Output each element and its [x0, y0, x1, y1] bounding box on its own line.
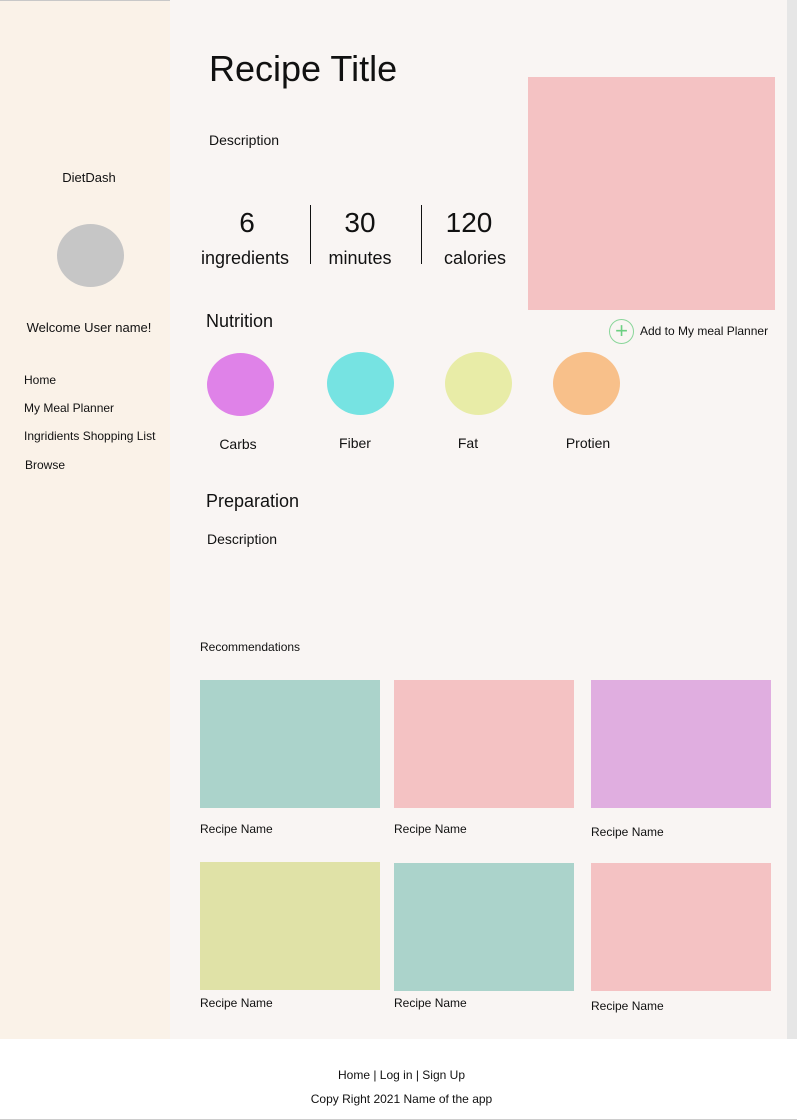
recipe-image	[528, 77, 775, 310]
nav-item-browse[interactable]: Browse	[25, 458, 65, 472]
footer-link-home[interactable]: Home	[338, 1068, 370, 1082]
stat-minutes-label: minutes	[328, 248, 392, 268]
recipe-card-name[interactable]: Recipe Name	[200, 996, 273, 1010]
nutrition-circle-protein	[553, 352, 620, 415]
stat-calories-value: 120	[445, 207, 493, 238]
footer-separator: |	[412, 1068, 423, 1082]
footer-links: Home | Log in | Sign Up	[0, 1068, 797, 1082]
nutrition-label-carbs: Carbs	[219, 436, 257, 452]
plus-circle-icon: +	[609, 318, 634, 344]
footer-link-signup[interactable]: Sign Up	[422, 1068, 465, 1082]
brand-name: DietDash	[62, 170, 116, 185]
nav-item-my-meal-planner[interactable]: My Meal Planner	[24, 401, 114, 415]
stat-ingredients-value: 6	[239, 207, 255, 238]
nutrition-label-protein: Protien	[565, 435, 611, 451]
recipe-card-image[interactable]	[200, 680, 380, 808]
recipe-description: Description	[209, 132, 280, 148]
nutrition-circle-fiber	[327, 352, 394, 415]
page: DietDash Welcome User name! Home My Meal…	[0, 0, 797, 1120]
recipe-card-name[interactable]: Recipe Name	[591, 999, 664, 1013]
preparation-heading: Preparation	[206, 491, 300, 511]
welcome-text: Welcome User name!	[26, 320, 152, 335]
add-to-meal-planner-button[interactable]: + Add to My meal Planner	[609, 318, 768, 344]
stat-minutes-value: 30	[344, 207, 376, 238]
preparation-description: Description	[207, 531, 278, 547]
stat-calories-label: calories	[443, 248, 507, 268]
scrollbar[interactable]	[787, 0, 797, 1039]
copyright-text: Copy Right 2021 Name of the app	[310, 1092, 493, 1106]
recipe-card-name[interactable]: Recipe Name	[394, 996, 467, 1010]
recommendations-heading: Recommendations	[200, 640, 301, 654]
recipe-card-name[interactable]: Recipe Name	[200, 822, 273, 836]
avatar[interactable]	[57, 224, 124, 287]
stat-ingredients-label: ingredients	[200, 248, 290, 268]
nutrition-heading: Nutrition	[206, 311, 274, 331]
nutrition-circle-fat	[445, 352, 512, 415]
footer-link-login[interactable]: Log in	[380, 1068, 413, 1082]
add-to-meal-planner-label: Add to My meal Planner	[640, 324, 769, 338]
recipe-card-image[interactable]	[394, 863, 574, 991]
nutrition-label-fat: Fat	[457, 435, 479, 451]
nutrition-circle-carbs	[207, 353, 274, 416]
recipe-card-image[interactable]	[591, 680, 771, 808]
recipe-card-name[interactable]: Recipe Name	[394, 822, 467, 836]
recipe-card-image[interactable]	[591, 863, 771, 991]
recipe-card-image[interactable]	[200, 862, 380, 990]
recipe-card-name[interactable]: Recipe Name	[591, 825, 664, 839]
nutrition-label-fiber: Fiber	[339, 435, 371, 451]
recipe-title: Recipe Title	[209, 48, 398, 89]
recipe-card-image[interactable]	[394, 680, 574, 808]
footer-separator: |	[370, 1068, 380, 1082]
nav-item-home[interactable]: Home	[24, 373, 56, 387]
sidebar: DietDash Welcome User name! Home My Meal…	[0, 0, 170, 1039]
nav-item-shopping-list[interactable]: Ingridients Shopping List	[24, 429, 155, 443]
